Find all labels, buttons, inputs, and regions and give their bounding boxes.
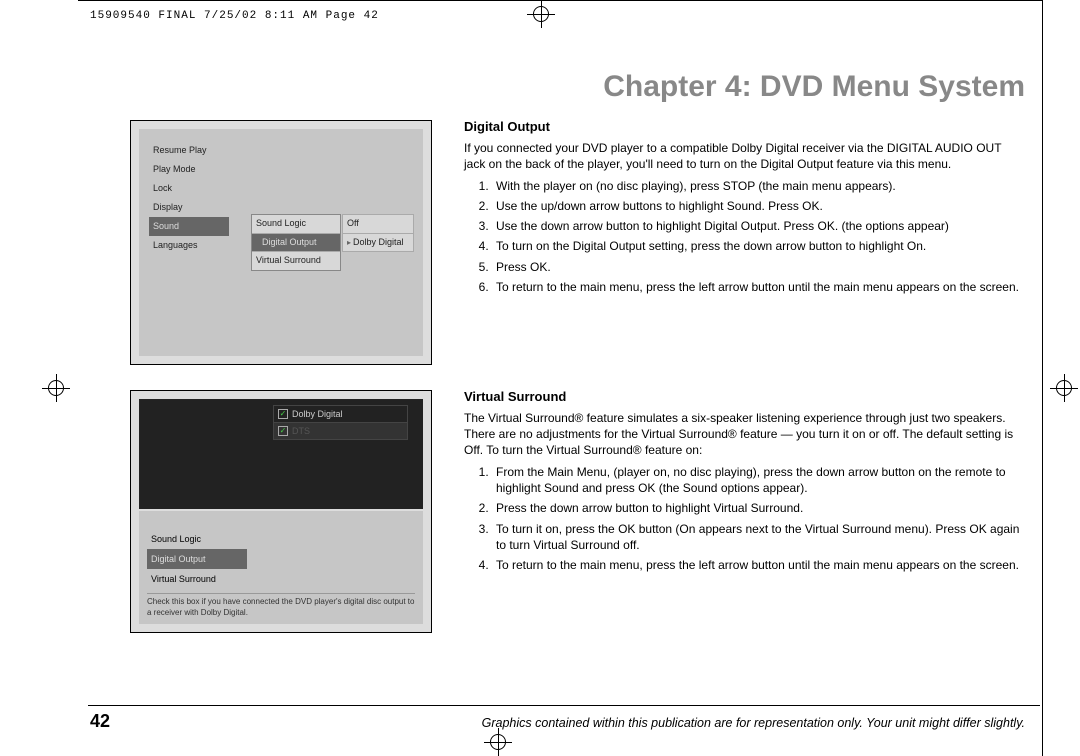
submenu-item: Virtual Surround	[252, 252, 340, 270]
section-heading: Virtual Surround	[464, 388, 1025, 406]
screenshot-sound-menu: Resume Play Play Mode Lock Display Sound…	[130, 120, 432, 365]
footer-note: Graphics contained within this publicati…	[482, 716, 1025, 730]
step-list: From the Main Menu, (player on, no disc …	[492, 464, 1025, 573]
step-item: To turn it on, press the OK button (On a…	[492, 521, 1025, 553]
sound-option-list: Sound Logic Digital Output Virtual Surro…	[147, 529, 247, 589]
submenu-sound: Sound Logic Digital Output Virtual Surro…	[251, 214, 341, 271]
menu-item: Play Mode	[149, 160, 229, 179]
crop-mark-bottom-v	[498, 728, 499, 756]
menu-item: Display	[149, 198, 229, 217]
checkbox-icon: ✓	[278, 426, 288, 436]
section-intro: If you connected your DVD player to a co…	[464, 140, 1025, 172]
step-item: From the Main Menu, (player on, no disc …	[492, 464, 1025, 496]
submenu-values: Off Dolby Digital	[342, 214, 414, 252]
menu-item: Resume Play	[149, 141, 229, 160]
print-header: 15909540 FINAL 7/25/02 8:11 AM Page 42	[90, 10, 379, 22]
option-dts: ✓ DTS	[274, 423, 407, 439]
main-menu-list: Resume Play Play Mode Lock Display Sound…	[149, 141, 229, 256]
step-item: To return to the main menu, press the le…	[492, 279, 1025, 295]
submenu-item-label: Digital Output	[262, 237, 317, 247]
crop-mark-top-v	[541, 0, 542, 28]
option-label: Dolby Digital	[292, 409, 343, 419]
submenu-item: Sound Logic	[252, 215, 340, 234]
option-dolby-digital: ✓ Dolby Digital	[274, 406, 407, 423]
screenshot-caption: Check this box if you have connected the…	[147, 593, 415, 618]
section-heading: Digital Output	[464, 118, 1025, 136]
submenu-item-highlighted: Digital Output	[252, 234, 340, 253]
screenshot-inner: Resume Play Play Mode Lock Display Sound…	[139, 129, 423, 356]
section-digital-output: Digital Output If you connected your DVD…	[464, 118, 1025, 299]
section-intro: The Virtual Surround® feature simulates …	[464, 410, 1025, 459]
digital-options-box: ✓ Dolby Digital ✓ DTS	[273, 405, 408, 440]
menu-item-highlighted: Sound	[149, 217, 229, 236]
step-item: To turn on the Digital Output setting, p…	[492, 238, 1025, 254]
page-frame	[78, 0, 1043, 756]
page-number: 42	[90, 711, 110, 732]
section-virtual-surround: Virtual Surround The Virtual Surround® f…	[464, 388, 1025, 577]
step-item: Press the down arrow button to highlight…	[492, 500, 1025, 516]
step-item: Press OK.	[492, 259, 1025, 275]
footer-rule	[88, 705, 1040, 706]
submenu-value: Off	[342, 214, 414, 233]
screenshot-dark-area: ✓ Dolby Digital ✓ DTS	[139, 399, 423, 509]
step-list: With the player on (no disc playing), pr…	[492, 178, 1025, 295]
step-item: With the player on (no disc playing), pr…	[492, 178, 1025, 194]
submenu-value: Dolby Digital	[342, 233, 414, 253]
submenu-value-label: Dolby Digital	[353, 237, 404, 247]
list-item-highlighted: Digital Output	[147, 549, 247, 569]
menu-item: Lock	[149, 179, 229, 198]
option-label: DTS	[292, 426, 310, 436]
screenshot-lower-area: Sound Logic Digital Output Virtual Surro…	[139, 511, 423, 624]
checkbox-icon: ✓	[278, 409, 288, 419]
crop-mark-right-v	[1064, 374, 1065, 402]
menu-item: Languages	[149, 236, 229, 255]
screenshot-digital-output: ✓ Dolby Digital ✓ DTS Sound Logic Digital …	[130, 390, 432, 633]
list-item: Virtual Surround	[147, 569, 247, 589]
step-item: Use the down arrow button to highlight D…	[492, 218, 1025, 234]
step-item: Use the up/down arrow buttons to highlig…	[492, 198, 1025, 214]
step-item: To return to the main menu, press the le…	[492, 557, 1025, 573]
list-item: Sound Logic	[147, 529, 247, 549]
crop-mark-left-v	[56, 374, 57, 402]
chapter-title: Chapter 4: DVD Menu System	[603, 70, 1025, 104]
